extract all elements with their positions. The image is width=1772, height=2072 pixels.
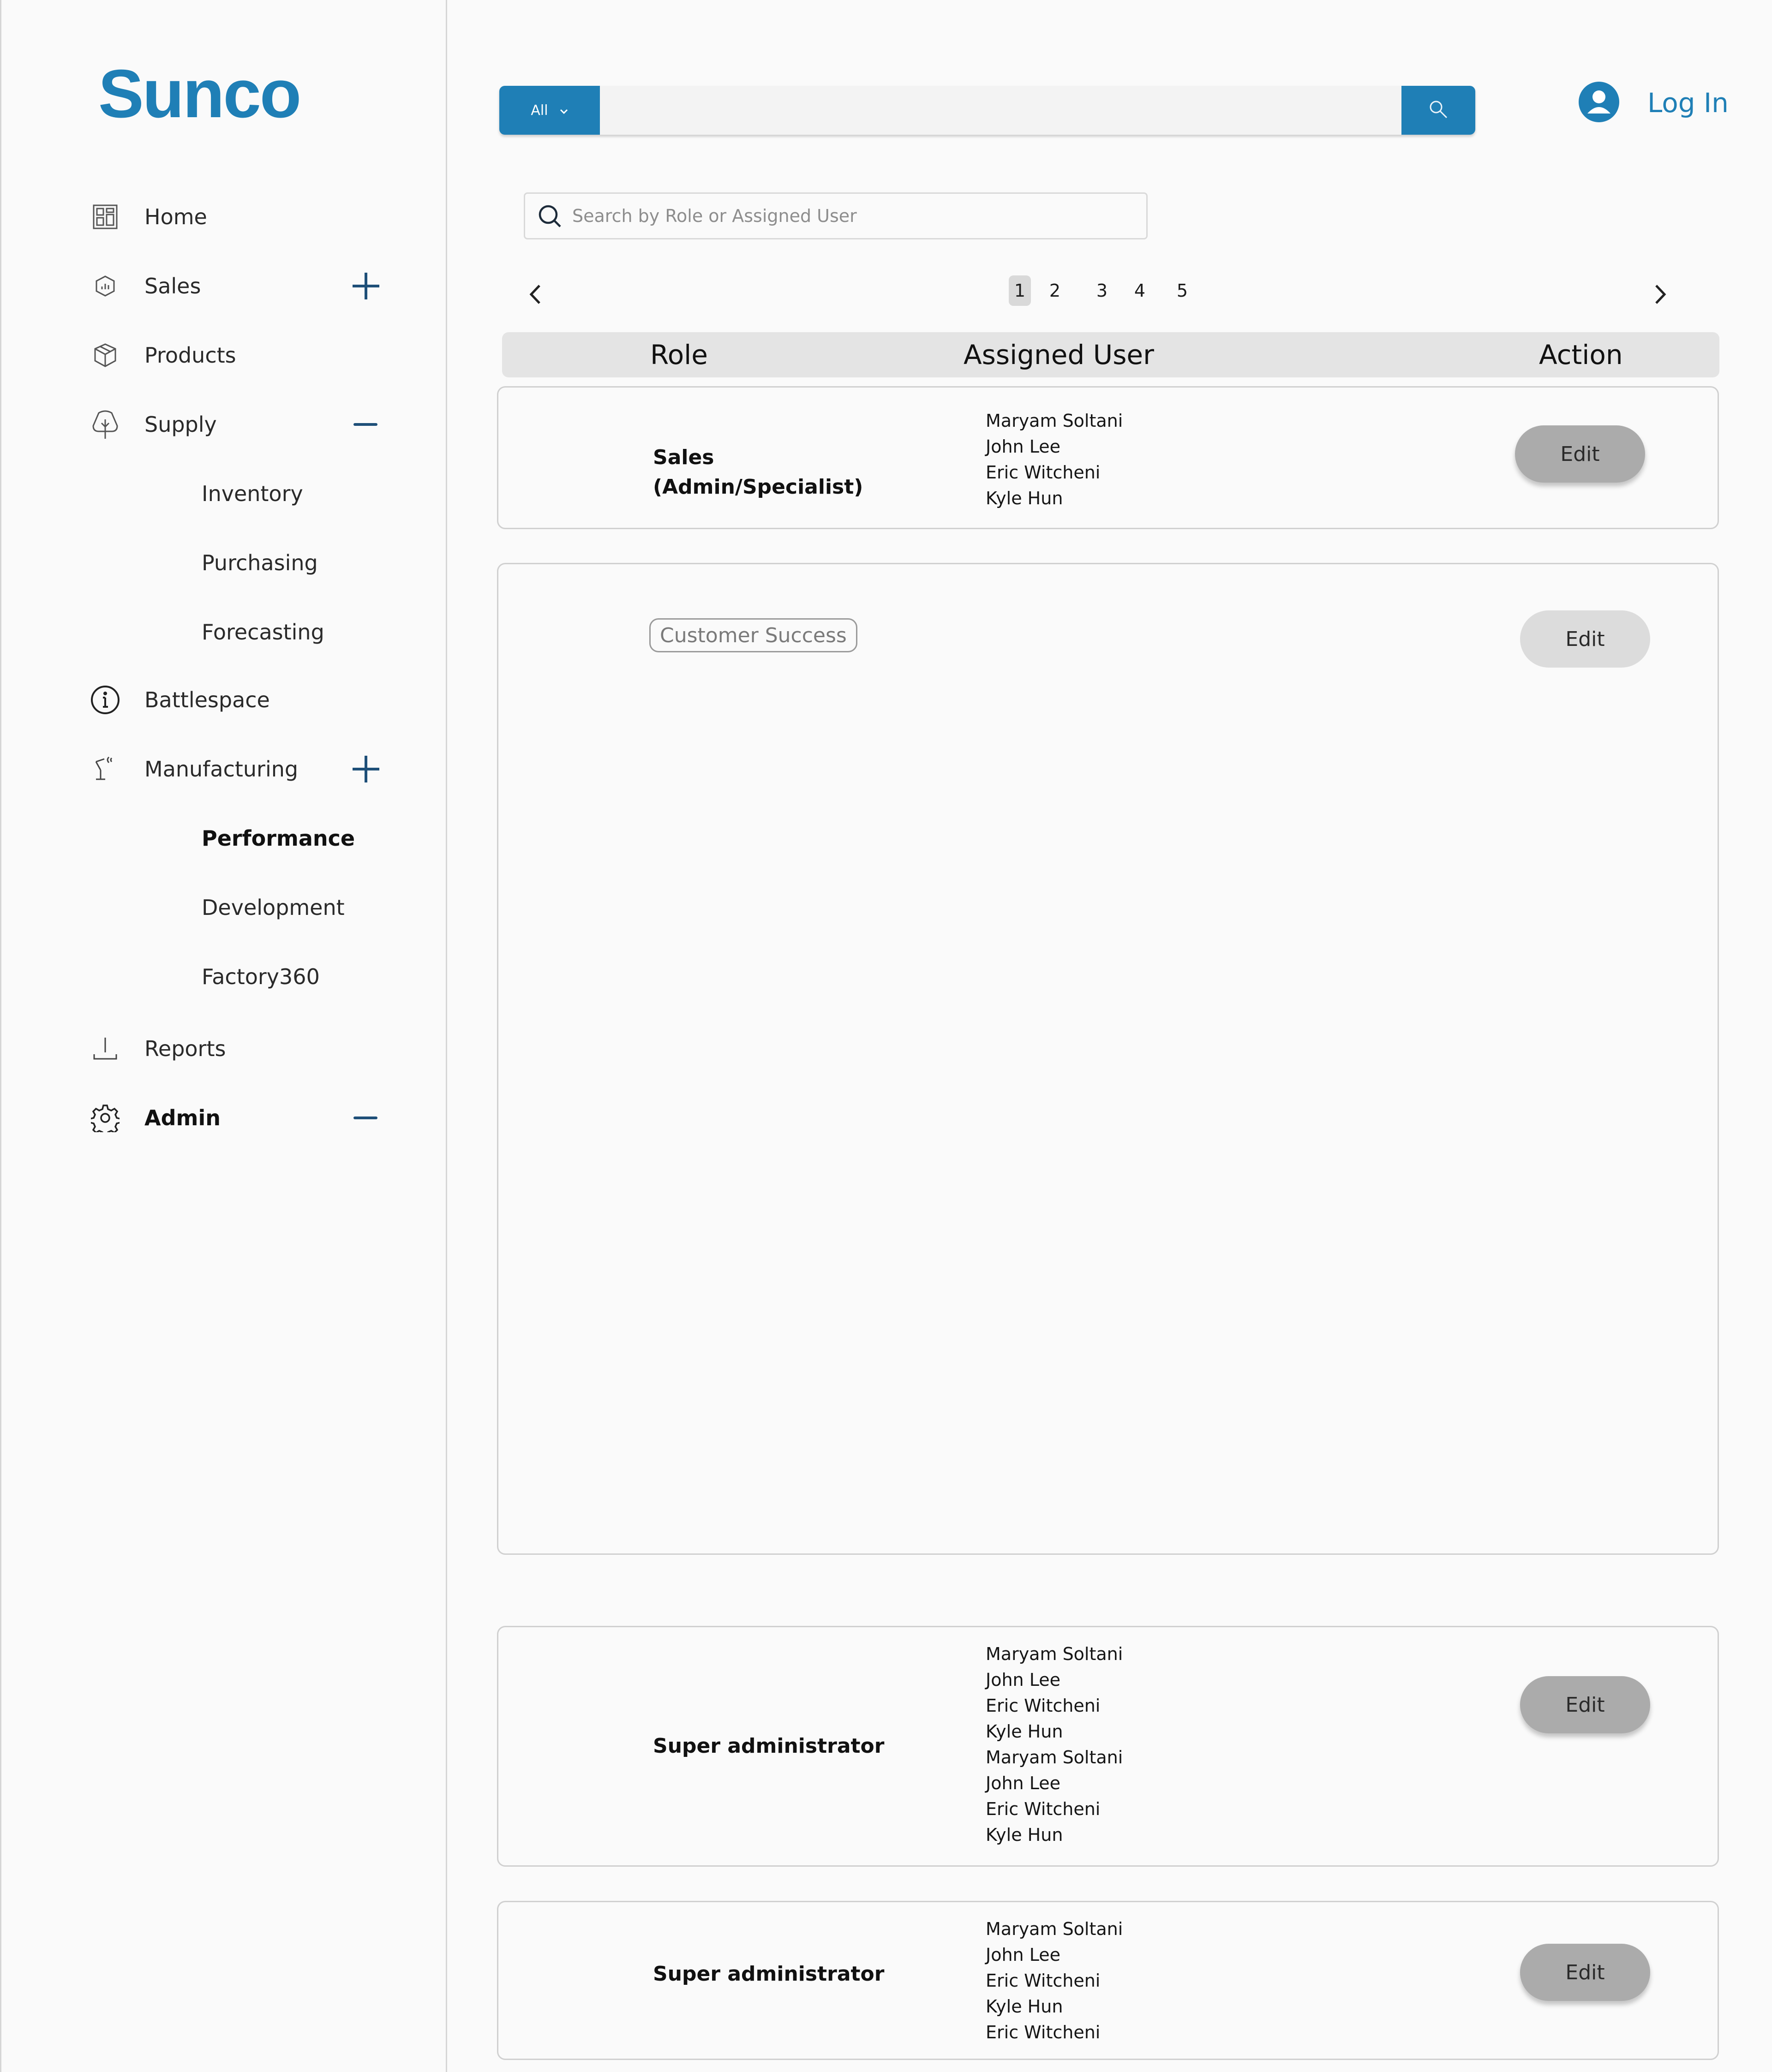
assigned-users: Maryam Soltani John Lee Eric Witcheni Ky… [986,1641,1123,1848]
sidebar-item-home[interactable]: Home [89,196,403,238]
global-search-bar: All [499,86,1475,135]
column-header-assigned-user[interactable]: Assigned User [964,332,1154,377]
search-icon [537,203,562,228]
sidebar-item-label: Sales [144,274,201,299]
sidebar-subitem-inventory[interactable]: Inventory [202,475,303,512]
search-icon [1428,99,1449,121]
role-search-input[interactable] [571,205,1127,227]
assigned-user: John Lee [986,1773,1060,1793]
table-row: Super administrator Maryam Soltani John … [497,1626,1719,1867]
sidebar-item-manufacturing[interactable]: Manufacturing [89,748,403,790]
download-icon [89,1033,121,1065]
chevron-right-icon [1654,284,1666,307]
logo: Sunco [98,56,301,132]
chevron-down-icon [559,102,569,119]
role-name: Sales (Admin/Specialist) [653,443,863,502]
sidebar-item-label: Home [144,204,207,229]
role-name-line: Sales [653,446,714,469]
assigned-user: Maryam Soltani [986,1747,1123,1767]
sidebar-subitem-performance[interactable]: Performance [202,820,355,857]
table-row-expanded: Customer Success Edit [497,563,1719,1555]
assigned-user: John Lee [986,1945,1060,1965]
table-row: Super administrator Maryam Soltani John … [497,1901,1719,2060]
global-search-input[interactable] [600,86,1442,135]
assigned-user: John Lee [986,1670,1060,1690]
assigned-users: Maryam Soltani John Lee Eric Witcheni Ky… [986,408,1123,511]
sidebar-subitem-factory360[interactable]: Factory360 [202,958,320,995]
login-link[interactable]: Log In [1578,81,1729,125]
tree-icon [89,408,121,441]
sidebar-item-label: Battlespace [144,687,270,712]
dashboard-icon [89,201,121,233]
assigned-user: Eric Witcheni [986,1799,1101,1819]
assigned-user: Maryam Soltani [986,1644,1123,1664]
sidebar-subitem-development[interactable]: Development [202,889,345,926]
edit-button[interactable]: Edit [1515,425,1645,483]
assigned-user: John Lee [986,436,1060,457]
minus-icon[interactable] [347,406,384,443]
assigned-user: Kyle Hun [986,1721,1063,1742]
assigned-user: Eric Witcheni [986,1970,1101,1991]
minus-icon[interactable] [347,1099,384,1136]
sidebar-item-label: Reports [144,1036,226,1061]
role-search-field [524,192,1148,239]
login-label: Log In [1647,87,1729,119]
role-name: Super administrator [653,1734,885,1758]
plus-icon[interactable] [347,268,384,305]
assigned-user: Maryam Soltani [986,411,1123,431]
table-row: Sales (Admin/Specialist) Maryam Soltani … [497,386,1719,529]
chevron-left-icon [529,284,541,307]
assigned-user: Kyle Hun [986,1825,1063,1845]
role-name-line: (Admin/Specialist) [653,475,863,499]
edit-button[interactable]: Edit [1520,1944,1650,2001]
page-4[interactable]: 4 [1129,275,1151,306]
info-icon [89,684,121,716]
role-name: Super administrator [653,1962,885,1986]
assigned-user: Maryam Soltani [986,1919,1123,1939]
sidebar-item-admin[interactable]: Admin [89,1097,403,1139]
sidebar-item-label: Admin [144,1105,221,1130]
assigned-user: Eric Witcheni [986,1696,1101,1716]
sidebar-item-sales[interactable]: Sales [89,265,403,307]
sidebar-item-label: Manufacturing [144,757,299,782]
sidebar-subitem-forecasting[interactable]: Forecasting [202,614,324,651]
assigned-user: Eric Witcheni [986,462,1101,483]
box-icon [89,339,121,371]
page-2[interactable]: 2 [1044,275,1066,306]
next-page-button[interactable] [1646,277,1674,314]
scope-label: All [531,102,548,119]
sidebar-item-label: Products [144,343,236,368]
robot-arm-icon [89,753,121,785]
page-1[interactable]: 1 [1009,275,1031,306]
edit-button[interactable]: Edit [1520,1676,1650,1733]
sidebar-subitem-purchasing[interactable]: Purchasing [202,544,318,581]
gear-icon [89,1102,121,1134]
column-header-role[interactable]: Role [650,332,708,377]
table-header: Role Assigned User Action [502,332,1719,377]
assigned-users: Maryam Soltani John Lee Eric Witcheni Ky… [986,1916,1123,2045]
role-name-input[interactable]: Customer Success [649,618,857,652]
plus-icon[interactable] [347,751,384,788]
column-header-action: Action [1539,339,1623,370]
search-button[interactable] [1401,86,1475,135]
hexagon-chart-icon [89,270,121,302]
page-5[interactable]: 5 [1171,275,1193,306]
sidebar-item-products[interactable]: Products [89,334,403,376]
assigned-user: Eric Witcheni [986,2022,1101,2042]
user-avatar-icon [1578,81,1620,125]
assigned-user: Kyle Hun [986,1996,1063,2017]
sidebar-item-label: Supply [144,412,217,437]
search-scope-dropdown[interactable]: All [499,86,600,135]
sidebar: Sunco Home Sales Products Supply Invento… [0,0,447,2072]
sidebar-item-supply[interactable]: Supply [89,404,403,445]
assigned-user: Kyle Hun [986,488,1063,508]
edit-button[interactable]: Edit [1520,610,1650,668]
prev-page-button[interactable] [521,277,549,314]
page-3[interactable]: 3 [1091,275,1113,306]
sidebar-item-battlespace[interactable]: Battlespace [89,679,403,721]
sidebar-item-reports[interactable]: Reports [89,1028,403,1069]
